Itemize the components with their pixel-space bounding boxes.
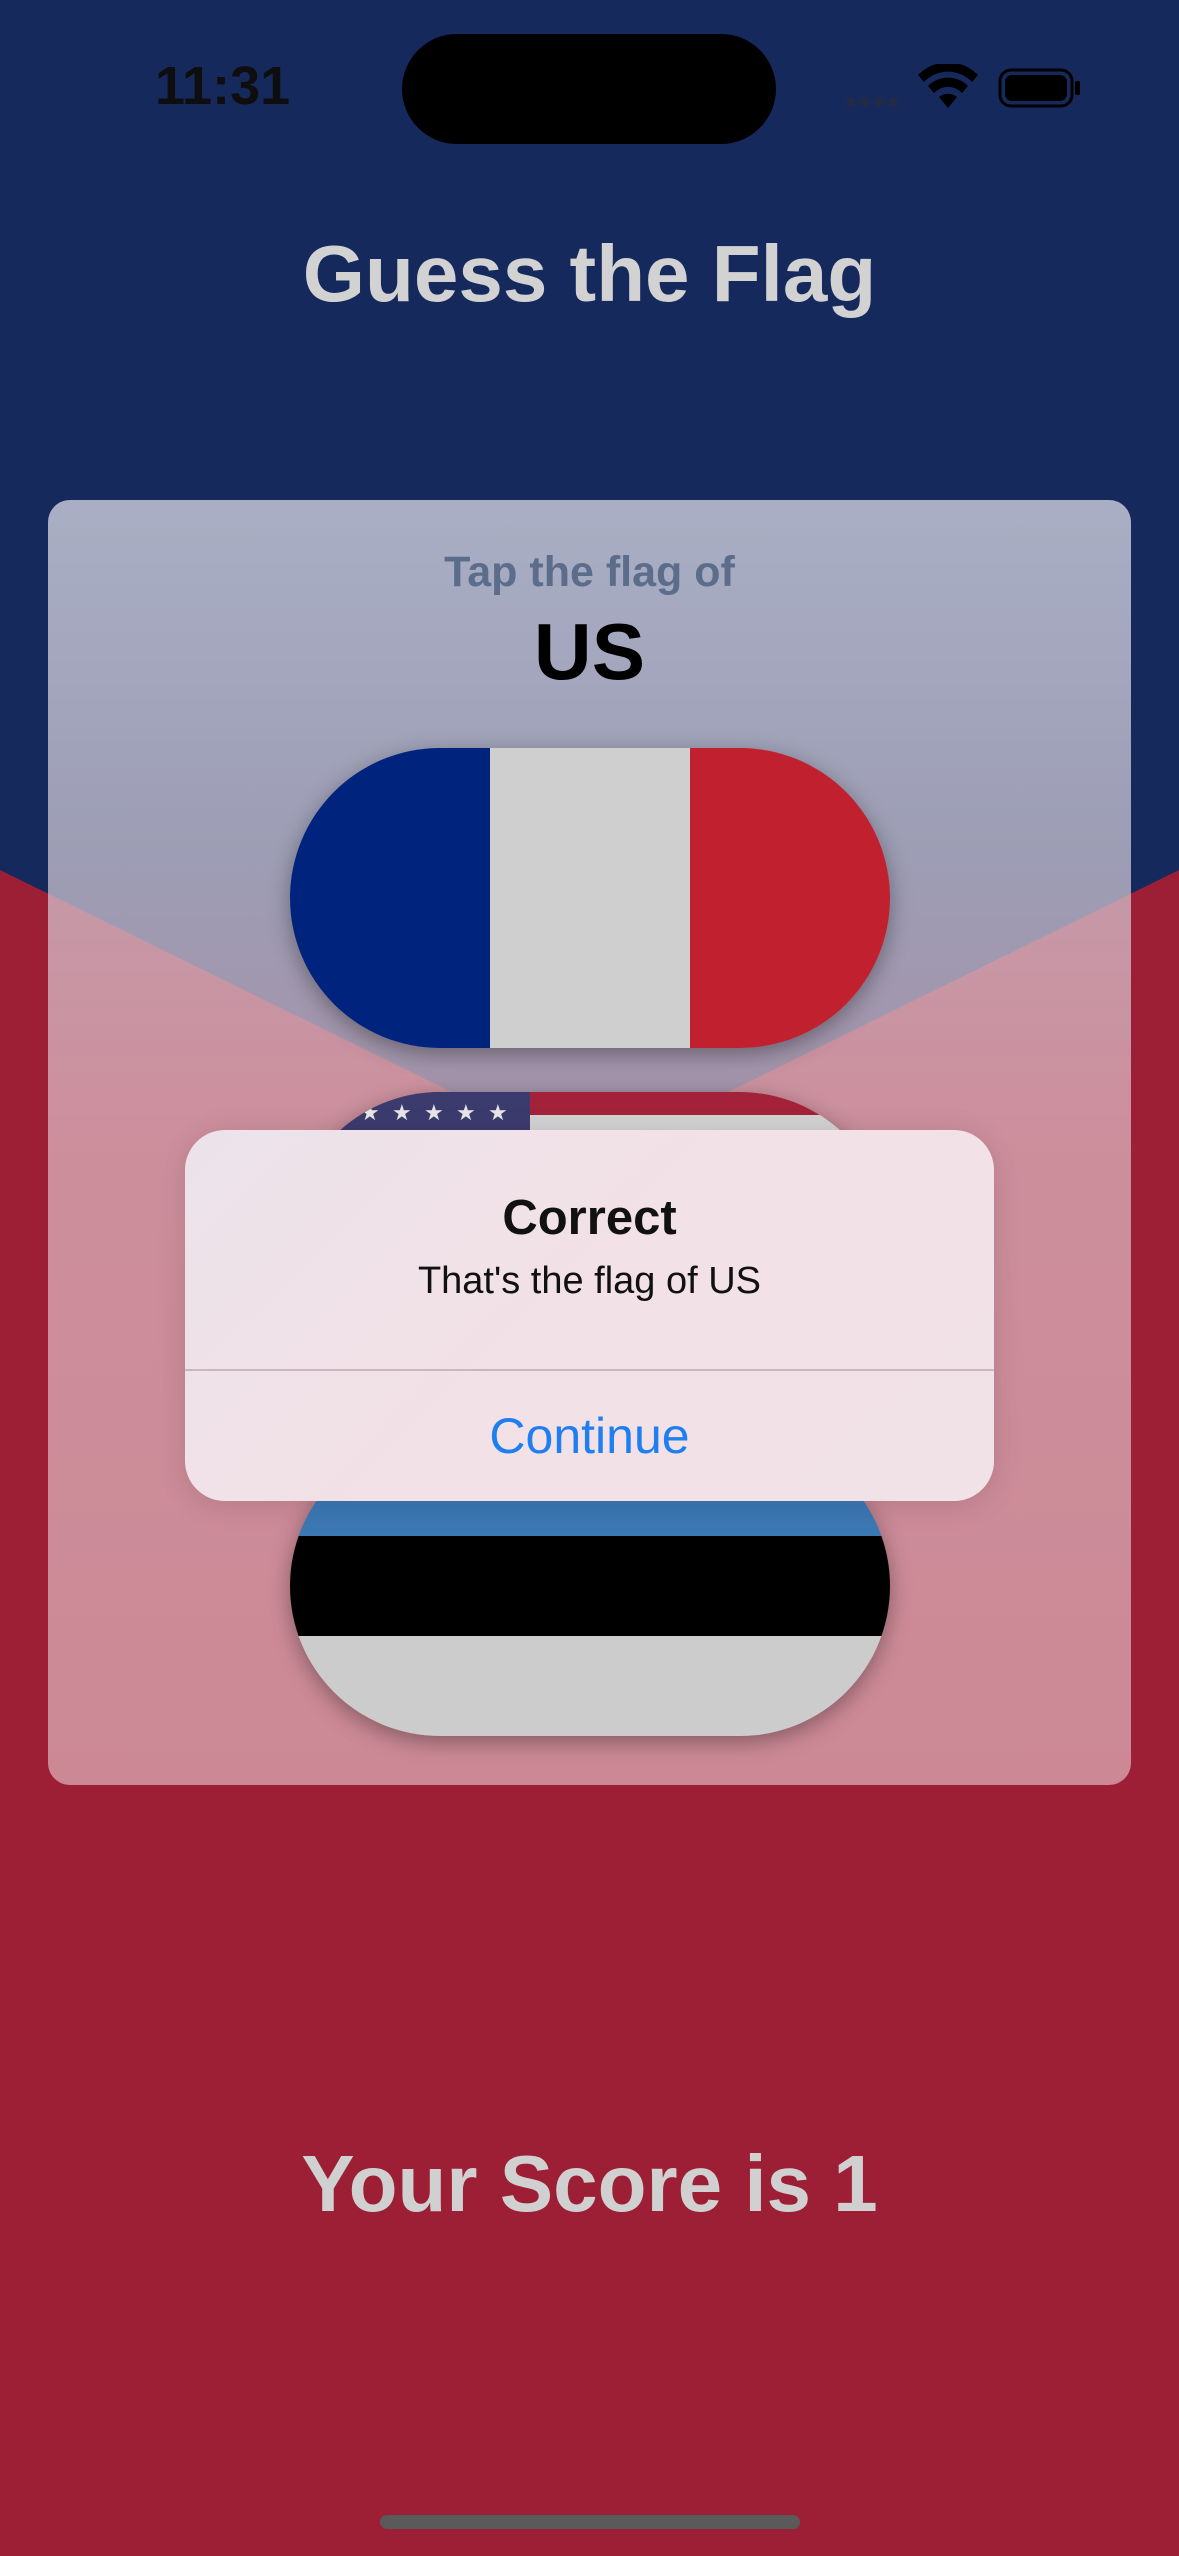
status-time: 11:31 [155, 56, 291, 116]
question-prompt: Tap the flag of [444, 548, 735, 596]
flag-stripe-white [290, 1636, 890, 1736]
svg-text:★: ★ [392, 1101, 412, 1126]
result-alert: Correct That's the flag of US Continue [185, 1130, 994, 1501]
battery-icon [998, 68, 1080, 108]
flag-stripe-white [490, 748, 690, 1048]
continue-button[interactable]: Continue [185, 1371, 994, 1501]
page-title: Guess the Flag [302, 229, 877, 318]
target-country: US [533, 607, 646, 696]
svg-text:★: ★ [424, 1101, 444, 1126]
score-label: Your Score is 1 [301, 2139, 878, 2228]
wifi-icon [918, 64, 978, 108]
svg-text:★: ★ [488, 1101, 508, 1126]
dynamic-island [402, 34, 776, 144]
home-indicator[interactable] [380, 2515, 800, 2529]
cellular-icon [846, 97, 898, 107]
alert-title: Correct [502, 1191, 677, 1245]
alert-message: That's the flag of US [417, 1260, 762, 1302]
flag-stripe-black [290, 1536, 890, 1636]
flag-button-france[interactable] [290, 748, 890, 1048]
status-bar: 11:31 [0, 0, 1179, 170]
svg-text:★: ★ [456, 1101, 476, 1126]
